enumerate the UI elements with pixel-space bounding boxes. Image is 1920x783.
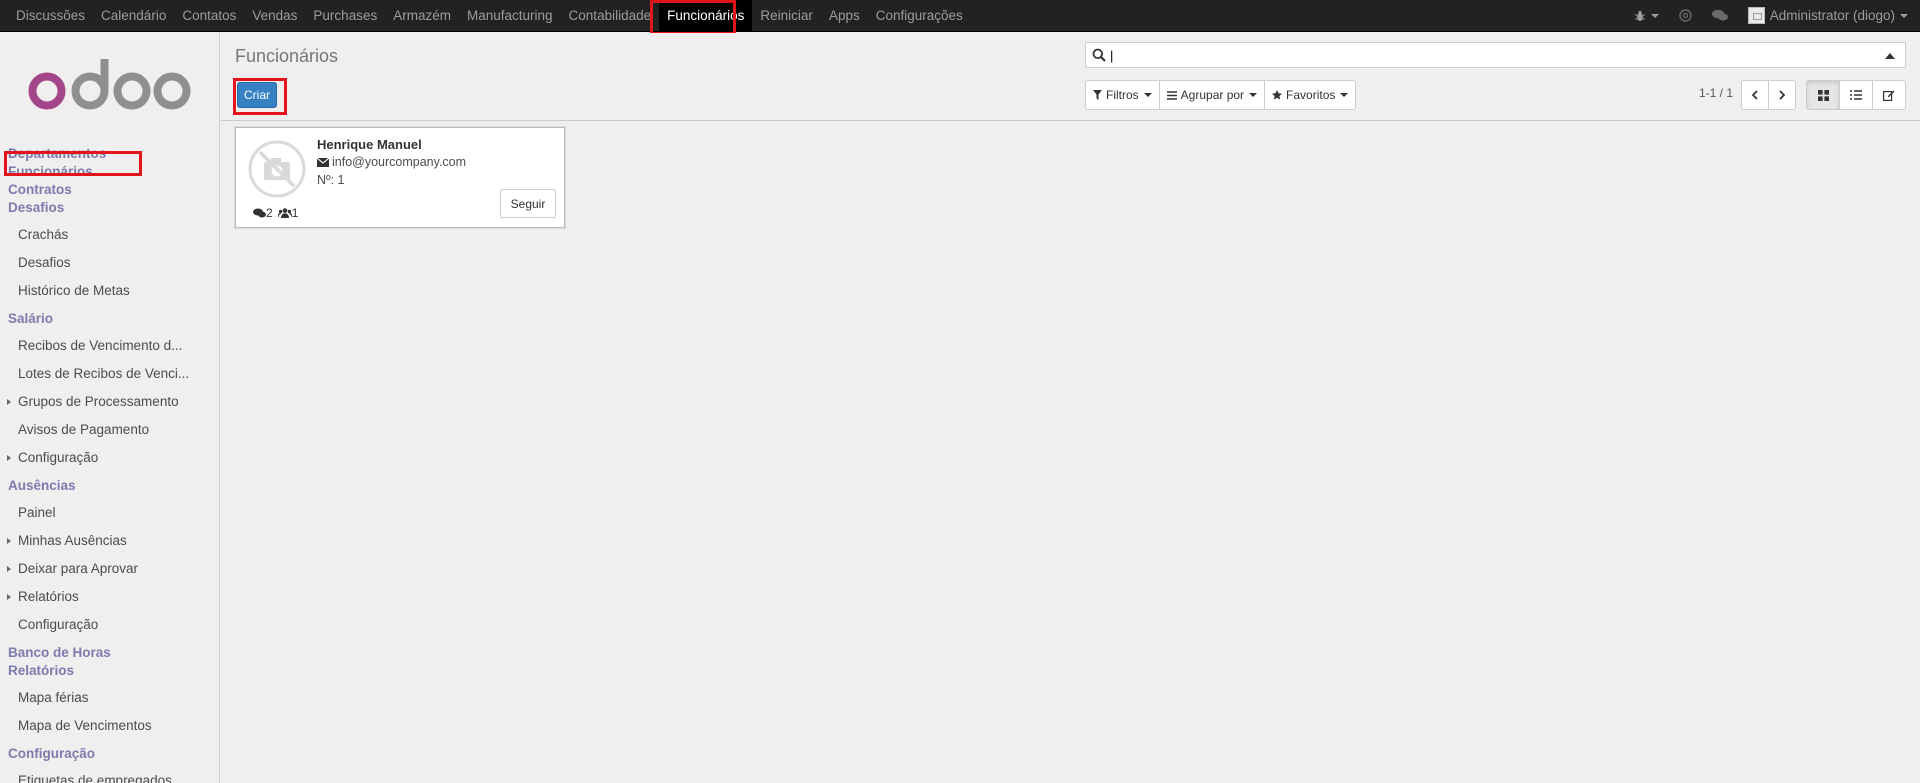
pager-value[interactable]: 1-1 / 1 — [1699, 86, 1733, 100]
sidebar-section-ausencias[interactable]: Ausências — [0, 477, 219, 495]
sidebar-item-crachas[interactable]: Crachás — [0, 221, 219, 249]
group-by-button[interactable]: Agrupar por — [1158, 80, 1266, 110]
pager-next-button[interactable] — [1768, 80, 1796, 110]
sidebar-section-departamentos[interactable]: Departamentos — [0, 145, 219, 163]
avatar — [1747, 7, 1765, 24]
sidebar-item-minhas-ausencias[interactable]: Minhas Ausências — [0, 527, 219, 555]
comments-icon — [253, 208, 266, 218]
sidebar-section-salario[interactable]: Salário — [0, 310, 219, 328]
grid-icon — [1817, 89, 1829, 101]
employee-card[interactable]: Henrique Manuel info@yourcompany.com Nº:… — [235, 127, 565, 228]
search-icon — [1092, 48, 1106, 65]
sidebar-item-grupos-processamento[interactable]: Grupos de Processamento — [0, 388, 219, 416]
sidebar-item-desafios[interactable]: Desafios — [0, 249, 219, 277]
menu-contabilidade[interactable]: Contabilidade — [561, 0, 660, 32]
menu-calendario[interactable]: Calendário — [93, 0, 174, 32]
followers-icon — [277, 208, 292, 218]
list-icon — [1850, 90, 1862, 100]
sidebar-item-configuracao-ausencias[interactable]: Configuração — [0, 611, 219, 639]
menu-funcionarios[interactable]: Funcionários — [659, 0, 753, 32]
sidebar-item-configuracao-salario[interactable]: Configuração — [0, 444, 219, 472]
list-view-button[interactable] — [1839, 80, 1873, 110]
pager-previous-button[interactable] — [1741, 80, 1769, 110]
at-icon[interactable] — [1679, 9, 1692, 22]
kanban-view-button[interactable] — [1806, 80, 1840, 110]
chevron-right-icon — [1779, 90, 1786, 100]
sidebar-item-painel[interactable]: Painel — [0, 499, 219, 527]
employee-number: Nº: 1 — [317, 173, 345, 187]
chat-icon[interactable] — [1711, 9, 1728, 22]
favorites-label: Favoritos — [1286, 88, 1336, 102]
sidebar-item-relatorios-ausencias[interactable]: Relatórios — [0, 583, 219, 611]
sidebar: Departamentos Funcionários Contratos Des… — [0, 33, 220, 783]
user-name: Administrator (diogo) — [1769, 8, 1895, 23]
sidebar-item-deixar-aprovar[interactable]: Deixar para Aprovar — [0, 555, 219, 583]
sidebar-item-recibos-vencimento[interactable]: Recibos de Vencimento d... — [0, 332, 219, 360]
menu-discussoes[interactable]: Discussões — [8, 0, 93, 32]
sidebar-section-relatorios[interactable]: Relatórios — [0, 662, 219, 680]
menu-reiniciar[interactable]: Reiniciar — [752, 0, 821, 32]
menu-apps[interactable]: Apps — [821, 0, 868, 32]
chevron-down-icon — [1900, 13, 1908, 18]
chevron-left-icon — [1751, 90, 1758, 100]
employee-email: info@yourcompany.com — [317, 155, 466, 169]
control-panel: Funcionários Criar Filtros Agrupar por F… — [221, 33, 1920, 121]
messages-count: 2 — [266, 206, 273, 220]
no-photo-icon — [248, 140, 306, 198]
search-bar — [1085, 42, 1906, 68]
sidebar-section-desafios[interactable]: Desafios — [0, 199, 219, 217]
employee-name: Henrique Manuel — [317, 137, 422, 152]
search-options: Filtros Agrupar por Favoritos — [1085, 80, 1357, 110]
sidebar-item-historico-metas[interactable]: Histórico de Metas — [0, 277, 219, 305]
chevron-down-icon — [1340, 93, 1349, 97]
chevron-down-icon — [1650, 13, 1659, 18]
sidebar-section-contratos[interactable]: Contratos — [0, 181, 219, 199]
filter-icon — [1093, 90, 1102, 100]
envelope-icon — [317, 157, 329, 167]
filters-button[interactable]: Filtros — [1085, 80, 1160, 110]
main-menu: Discussões Calendário Contatos Vendas Pu… — [0, 0, 971, 32]
page-title: Funcionários — [235, 46, 339, 66]
search-toggle-icon[interactable] — [1885, 53, 1895, 59]
menu-contatos[interactable]: Contatos — [174, 0, 244, 32]
followers-count: 1 — [291, 206, 299, 220]
sidebar-item-mapa-vencimentos[interactable]: Mapa de Vencimentos — [0, 712, 219, 740]
user-menu[interactable]: Administrator (diogo) — [1747, 7, 1908, 24]
filters-label: Filtros — [1106, 88, 1139, 102]
favorites-button[interactable]: Favoritos — [1264, 80, 1357, 110]
employee-photo-placeholder — [248, 140, 306, 198]
edit-icon — [1883, 90, 1895, 101]
top-navbar: Discussões Calendário Contatos Vendas Pu… — [0, 0, 1920, 32]
create-button[interactable]: Criar — [237, 82, 277, 108]
sidebar-section-funcionarios[interactable]: Funcionários — [0, 163, 219, 181]
menu-purchases[interactable]: Purchases — [305, 0, 385, 32]
systray: Administrator (diogo) — [1624, 0, 1920, 32]
menu-configuracoes[interactable]: Configurações — [868, 0, 971, 32]
sidebar-item-avisos-pagamento[interactable]: Avisos de Pagamento — [0, 416, 219, 444]
sidebar-section-banco-horas[interactable]: Banco de Horas — [0, 644, 219, 662]
bars-icon — [1166, 90, 1177, 100]
follow-button[interactable]: Seguir — [500, 189, 556, 218]
sidebar-item-mapa-ferias[interactable]: Mapa férias — [0, 684, 219, 712]
form-view-button[interactable] — [1872, 80, 1906, 110]
group-by-label: Agrupar por — [1180, 88, 1245, 102]
employee-email-text: info@yourcompany.com — [332, 155, 467, 169]
chevron-down-icon — [1143, 93, 1152, 97]
menu-armazem[interactable]: Armazém — [385, 0, 459, 32]
menu-vendas[interactable]: Vendas — [244, 0, 305, 32]
menu-manufacturing[interactable]: Manufacturing — [459, 0, 561, 32]
bug-icon[interactable] — [1634, 10, 1659, 22]
employee-stats: 2 1 — [253, 206, 300, 220]
sidebar-item-lotes-recibos[interactable]: Lotes de Recibos de Venci... — [0, 360, 219, 388]
sidebar-section-configuracao[interactable]: Configuração — [0, 745, 219, 763]
sidebar-item-etiquetas-empregados[interactable]: Etiquetas de empregados — [0, 767, 219, 783]
star-icon — [1272, 90, 1283, 100]
search-input[interactable] — [1110, 46, 1870, 64]
odoo-logo — [0, 33, 219, 131]
chevron-down-icon — [1249, 93, 1258, 97]
pager-buttons — [1741, 80, 1796, 110]
view-switcher — [1806, 80, 1906, 110]
